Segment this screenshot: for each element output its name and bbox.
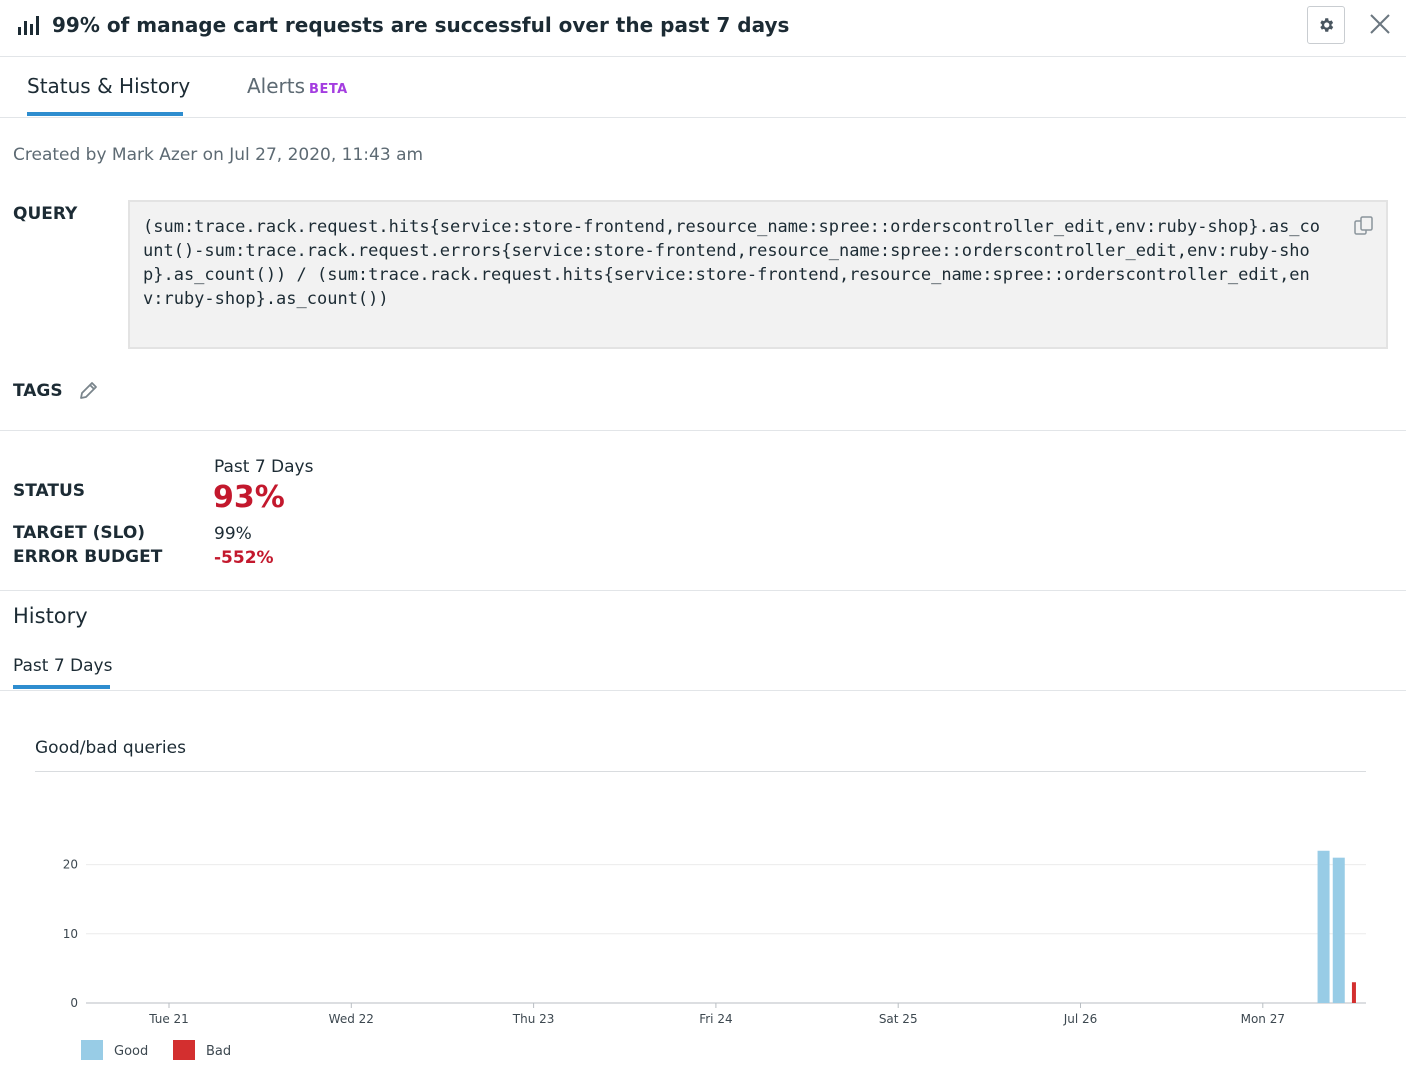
section-divider <box>0 590 1406 591</box>
tab-alerts[interactable]: Alerts BETA <box>247 74 348 98</box>
tab-status-history[interactable]: Status & History <box>27 74 190 98</box>
chart-title: Good/bad queries <box>35 738 186 758</box>
section-divider <box>0 690 1406 691</box>
x-tick-label: Sat 25 <box>879 1012 918 1026</box>
legend-swatch-good <box>81 1040 103 1060</box>
target-label: TARGET (SLO) <box>13 523 146 543</box>
x-tick-label: Jul 26 <box>1063 1012 1098 1026</box>
beta-badge: BETA <box>309 82 348 97</box>
summary-period: Past 7 Days <box>214 457 314 477</box>
status-value: 93% <box>213 480 285 515</box>
status-label: STATUS <box>13 481 86 501</box>
tags-label: TAGS <box>13 381 63 401</box>
legend-swatch-bad <box>173 1040 195 1060</box>
bad-bar <box>1351 982 1356 1003</box>
good-bar <box>1332 857 1345 1003</box>
tab-bar: Status & History Alerts BETA <box>0 58 1406 118</box>
close-icon <box>1370 14 1390 34</box>
legend-label-bad: Bad <box>206 1044 231 1059</box>
query-text: (sum:trace.rack.request.hits{service:sto… <box>143 217 1321 309</box>
y-tick-label: 0 <box>70 996 78 1010</box>
tab-alerts-label: Alerts <box>247 74 306 98</box>
target-value: 99% <box>214 524 252 544</box>
bar-chart-icon <box>18 15 42 35</box>
history-heading: History <box>13 604 88 628</box>
query-label: QUERY <box>13 204 78 224</box>
modal-header: 99% of manage cart requests are successf… <box>0 0 1406 57</box>
error-budget-value: -552% <box>214 548 274 568</box>
good-bar <box>1317 850 1330 1003</box>
x-tick-label: Mon 27 <box>1241 1012 1285 1026</box>
legend-label-good: Good <box>114 1044 148 1059</box>
query-box: (sum:trace.rack.request.hits{service:sto… <box>128 200 1388 349</box>
settings-button[interactable] <box>1307 6 1345 44</box>
created-by-text: Created by Mark Azer on Jul 27, 2020, 11… <box>13 145 424 165</box>
active-tab-indicator <box>13 685 110 689</box>
chart-title-rule <box>35 771 1366 772</box>
copy-icon[interactable] <box>1353 215 1375 237</box>
gear-icon <box>1320 18 1334 32</box>
good-bad-queries-chart: 0 10 20 Tue 21 Wed 22 Thu 23 Fri 24 Sat 25 Jul 2… <box>63 850 1366 1060</box>
y-tick-label: 10 <box>63 927 78 941</box>
x-tick-label: Fri 24 <box>699 1012 732 1026</box>
x-tick-label: Tue 21 <box>148 1012 189 1026</box>
x-tick-label: Thu 23 <box>512 1012 555 1026</box>
active-tab-indicator <box>27 112 183 116</box>
tab-past-7-days[interactable]: Past 7 Days <box>13 656 112 676</box>
error-budget-label: ERROR BUDGET <box>13 547 163 567</box>
section-divider <box>0 430 1406 431</box>
close-button[interactable] <box>1366 10 1394 38</box>
y-tick-label: 20 <box>63 858 78 872</box>
x-tick-label: Wed 22 <box>329 1012 374 1026</box>
pencil-icon[interactable] <box>77 380 99 402</box>
page-title: 99% of manage cart requests are successf… <box>52 13 790 37</box>
